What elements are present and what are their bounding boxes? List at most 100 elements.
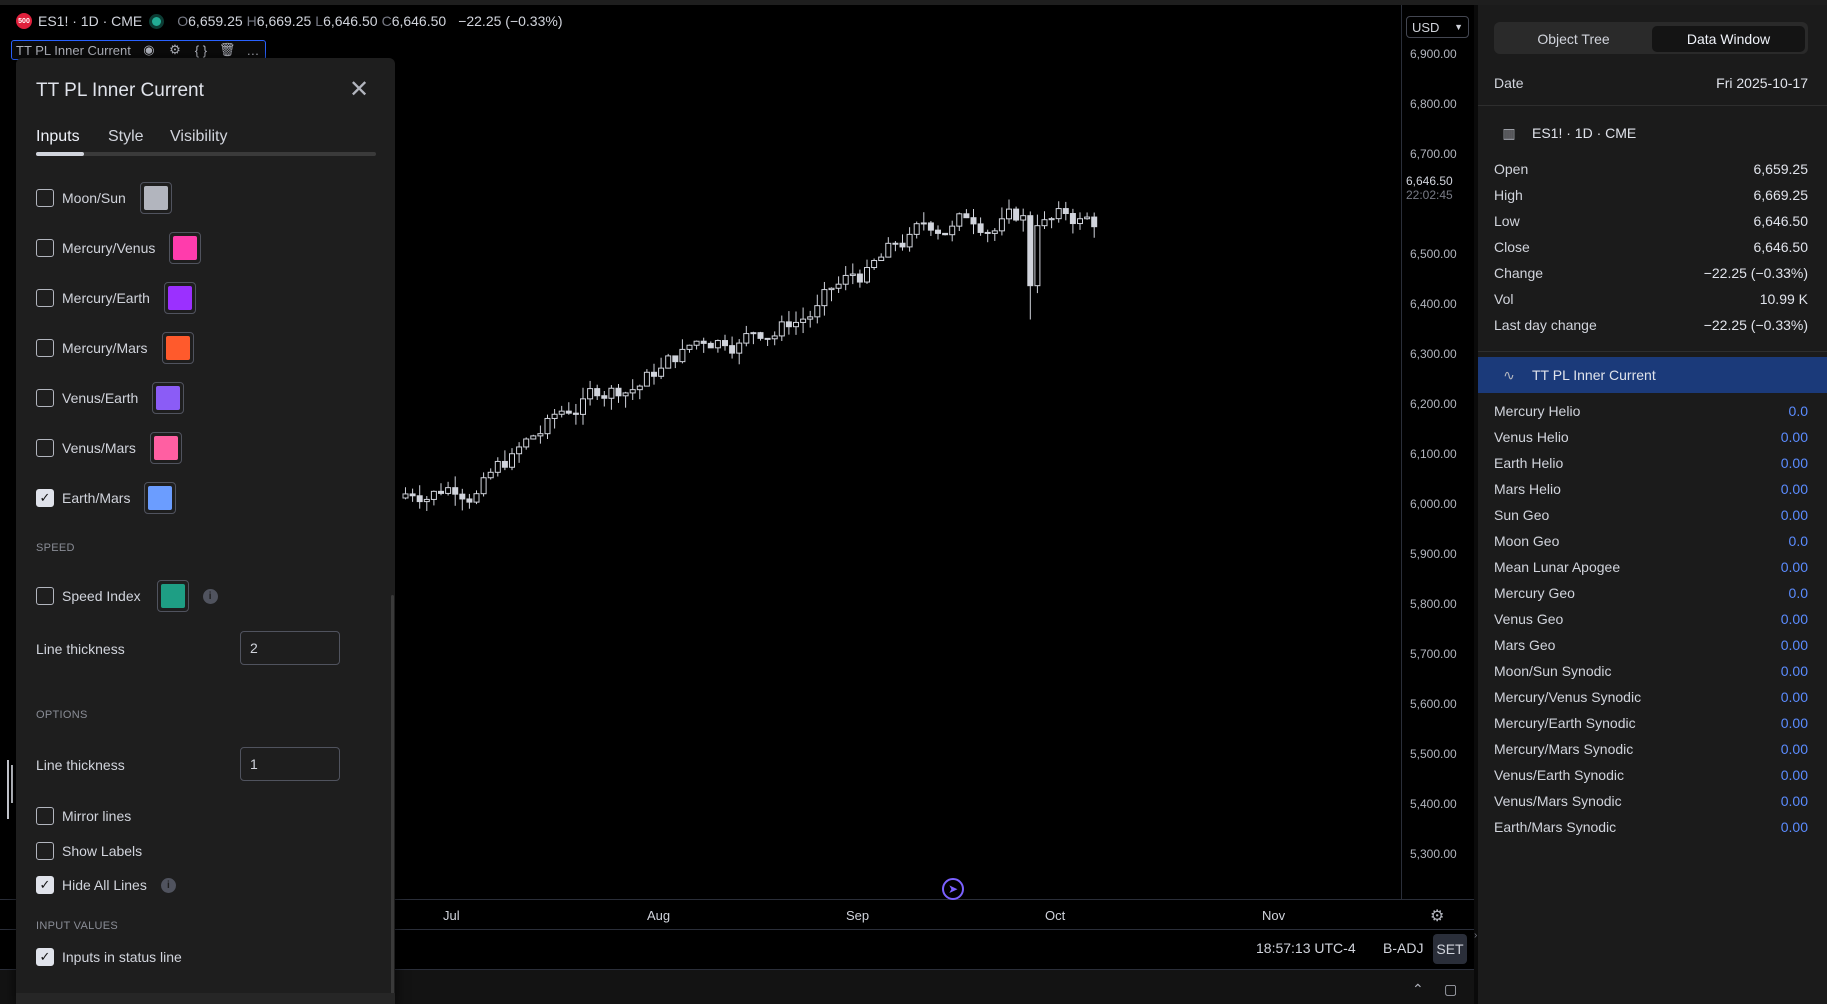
indicator-value-row: Mercury/Venus Synodic 0.00 (1494, 689, 1808, 705)
row-value: 6,646.50 (1753, 213, 1809, 229)
source-code-icon[interactable]: { } (193, 43, 209, 58)
option-checkbox[interactable]: ✓ (36, 876, 54, 894)
indicator-line-icon: ∿ (1503, 366, 1515, 383)
price-tick: 6,900.00 (1410, 47, 1457, 61)
row-key: Moon Geo (1494, 533, 1560, 549)
pair-color-swatch[interactable] (163, 282, 196, 314)
candle-body (856, 273, 863, 283)
pair-label: Mercury/Venus (62, 240, 156, 256)
option-checkbox[interactable] (36, 842, 54, 860)
pair-checkbox[interactable] (36, 239, 54, 257)
row-value: 0.00 (1780, 819, 1808, 835)
candle-body (1055, 208, 1062, 220)
candle-body (722, 340, 728, 347)
row-key: Last day change (1494, 317, 1597, 333)
indicator-value-row: Mercury/Earth Synodic 0.00 (1494, 715, 1808, 731)
candle-body (771, 335, 778, 340)
pair-color-swatch[interactable] (144, 482, 177, 514)
tab-visibility[interactable]: Visibility (170, 128, 228, 146)
candle-body (1091, 216, 1098, 228)
pair-color-swatch[interactable] (161, 332, 194, 364)
go-to-date-icon[interactable]: ➤ (942, 878, 964, 900)
symbol-title[interactable]: ES1! · 1D · CME (38, 13, 142, 29)
close-icon[interactable]: ✕ (349, 78, 369, 102)
tab-object-tree[interactable]: Object Tree (1497, 26, 1650, 52)
pair-checkbox[interactable]: ✓ (36, 489, 54, 507)
indicator-value-row: Venus/Earth Synodic 0.00 (1494, 767, 1808, 783)
chevron-up-icon[interactable]: ⌃ (1412, 981, 1424, 998)
indicator-value-row: Mercury Geo 0.0 (1494, 585, 1808, 601)
maximize-icon[interactable]: ▢ (1444, 981, 1457, 998)
status-line-checkbox[interactable]: ✓ (36, 948, 54, 966)
market-open-icon (152, 16, 162, 26)
pair-checkbox[interactable] (36, 189, 54, 207)
pair-color-swatch[interactable] (139, 182, 172, 214)
ohlc-value: 6,646.50 (391, 13, 447, 29)
speed-thickness-row: Line thickness (36, 641, 125, 657)
options-thickness-input[interactable]: 1 (240, 747, 340, 781)
candle-body (572, 412, 579, 415)
trash-icon[interactable]: 🗑 (219, 42, 236, 58)
more-icon[interactable]: … (245, 43, 261, 58)
candle-body (480, 477, 487, 495)
pair-checkbox[interactable] (36, 339, 54, 357)
row-value: 0.00 (1780, 559, 1808, 575)
pair-row: Venus/Earth (36, 382, 185, 414)
candle-body (679, 348, 686, 363)
tab-inputs[interactable]: Inputs (36, 128, 80, 146)
row-key: Close (1494, 239, 1530, 255)
time-tick: Nov (1262, 908, 1286, 923)
tab-data-window[interactable]: Data Window (1652, 26, 1805, 52)
settlement-toggle[interactable]: SET (1433, 934, 1467, 964)
dialog-scrollbar[interactable] (391, 595, 394, 995)
candle-body (658, 367, 665, 377)
tab-style[interactable]: Style (108, 128, 144, 146)
currency-select[interactable]: USD ▼ (1406, 16, 1469, 38)
candle-body (991, 230, 998, 234)
pair-checkbox[interactable] (36, 439, 54, 457)
indicator-legend-title[interactable]: TT PL Inner Current (16, 43, 131, 58)
candle-body (459, 493, 466, 500)
row-value: 0.0 (1788, 403, 1808, 419)
pair-label: Mercury/Earth (62, 290, 150, 306)
info-icon[interactable]: i (160, 877, 176, 893)
info-icon[interactable]: i (202, 588, 218, 604)
bar-countdown: 22:02:45 (1406, 188, 1453, 202)
row-key: Change (1494, 265, 1544, 281)
pair-color-swatch[interactable] (152, 382, 185, 414)
candle-body (906, 233, 913, 248)
candle-body (1041, 219, 1048, 227)
pair-checkbox[interactable] (36, 289, 54, 307)
indicator-legend[interactable]: TT PL Inner Current ◉ ⚙ { } 🗑 … (11, 40, 266, 60)
pair-color-swatch[interactable] (149, 432, 182, 464)
candle-body (800, 318, 807, 323)
settings-icon[interactable]: ⚙ (167, 42, 183, 58)
speed-index-color-swatch[interactable] (156, 580, 189, 612)
pair-color-swatch[interactable] (169, 232, 202, 264)
row-key: Low (1494, 213, 1520, 229)
candle-body (700, 340, 707, 344)
price-tick: 6,800.00 (1410, 97, 1457, 111)
candle-body (402, 493, 409, 499)
candle-body (821, 289, 828, 307)
chart-settings-gear-icon[interactable]: ⚙ (1430, 906, 1444, 926)
candle-body (516, 446, 523, 455)
speed-index-checkbox[interactable] (36, 587, 54, 605)
candle-body (828, 287, 835, 291)
price-tick: 6,300.00 (1410, 347, 1457, 361)
back-adjust-toggle[interactable]: B-ADJ (1383, 940, 1423, 956)
pair-label: Venus/Mars (62, 440, 136, 456)
candle-body (764, 337, 771, 340)
option-checkbox[interactable] (36, 807, 54, 825)
indicator-section-header[interactable]: ∿ TT PL Inner Current (1478, 357, 1827, 393)
row-key: Vol (1494, 291, 1514, 307)
candle-body (608, 387, 615, 399)
speed-thickness-input[interactable]: 2 (240, 631, 340, 665)
ohlc-key: O (177, 13, 189, 29)
eye-icon[interactable]: ◉ (141, 42, 157, 58)
pair-checkbox[interactable] (36, 389, 54, 407)
clock[interactable]: 18:57:13 UTC-4 (1256, 940, 1356, 956)
symbol-section-header[interactable]: ▥ ES1! · 1D · CME (1478, 115, 1827, 151)
option-row: Mirror lines (36, 807, 131, 825)
symbol-legend[interactable]: 500 ES1! · 1D · CME O6,659.25 H6,669.25 L6… (16, 13, 562, 29)
